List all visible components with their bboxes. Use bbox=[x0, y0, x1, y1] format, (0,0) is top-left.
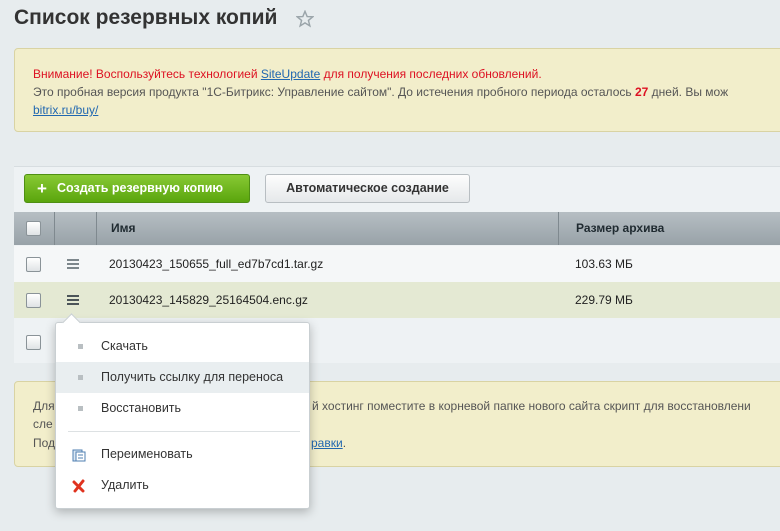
menu-item-get-transfer-link[interactable]: Получить ссылку для переноса bbox=[56, 362, 309, 393]
buy-link[interactable]: bitrix.ru/buy/ bbox=[33, 103, 98, 117]
bullet-icon bbox=[78, 344, 83, 349]
favorite-star-icon[interactable] bbox=[296, 10, 314, 28]
row-checkbox[interactable] bbox=[26, 257, 41, 272]
footer-checkbox[interactable] bbox=[26, 335, 41, 350]
help-link[interactable]: равки bbox=[311, 436, 343, 450]
days-left: 27 bbox=[634, 85, 649, 99]
backup-name: 20130423_145829_25164504.enc.gz bbox=[109, 293, 308, 307]
notice-line-1: Внимание! Воспользуйтесь технологией Sit… bbox=[33, 67, 542, 81]
siteupdate-link[interactable]: SiteUpdate bbox=[261, 67, 320, 81]
menu-item-delete[interactable]: Удалить bbox=[56, 470, 309, 501]
rename-icon bbox=[72, 449, 86, 462]
table-header: Имя Размер архива bbox=[14, 212, 780, 245]
backup-size: 229.79 МБ bbox=[575, 293, 633, 307]
delete-x-icon bbox=[72, 479, 85, 493]
row-actions-menu-icon[interactable] bbox=[67, 259, 79, 269]
menu-item-download[interactable]: Скачать bbox=[56, 331, 309, 362]
trial-notice: Внимание! Воспользуйтесь технологией Sit… bbox=[14, 48, 780, 132]
notice-line-2: Это пробная версия продукта "1С-Битрикс:… bbox=[33, 85, 729, 99]
menu-item-restore[interactable]: Восстановить bbox=[56, 393, 309, 424]
auto-create-button[interactable]: Автоматическое создание bbox=[265, 174, 470, 203]
backup-name: 20130423_150655_full_ed7b7cd1.tar.gz bbox=[109, 257, 324, 271]
row-checkbox[interactable] bbox=[26, 293, 41, 308]
column-header-size[interactable]: Размер архива bbox=[576, 212, 664, 245]
row-actions-menu-icon[interactable] bbox=[67, 295, 79, 305]
column-header-name[interactable]: Имя bbox=[111, 212, 136, 245]
create-backup-button[interactable]: + Создать резервную копию bbox=[24, 174, 250, 203]
bullet-icon bbox=[78, 375, 83, 380]
bullet-icon bbox=[78, 406, 83, 411]
page-title: Список резервных копий bbox=[14, 6, 278, 29]
select-all-checkbox[interactable] bbox=[26, 221, 41, 236]
table-row[interactable]: 20130423_150655_full_ed7b7cd1.tar.gz 103… bbox=[14, 246, 780, 282]
row-context-menu: Скачать Получить ссылку для переноса Вос… bbox=[55, 313, 310, 509]
table-row[interactable]: 20130423_145829_25164504.enc.gz 229.79 М… bbox=[14, 282, 780, 318]
backup-size: 103.63 МБ bbox=[575, 257, 633, 271]
menu-item-rename[interactable]: Переименовать bbox=[56, 439, 309, 470]
plus-icon: + bbox=[37, 179, 47, 198]
notice-line-3: bitrix.ru/buy/ bbox=[33, 101, 98, 119]
